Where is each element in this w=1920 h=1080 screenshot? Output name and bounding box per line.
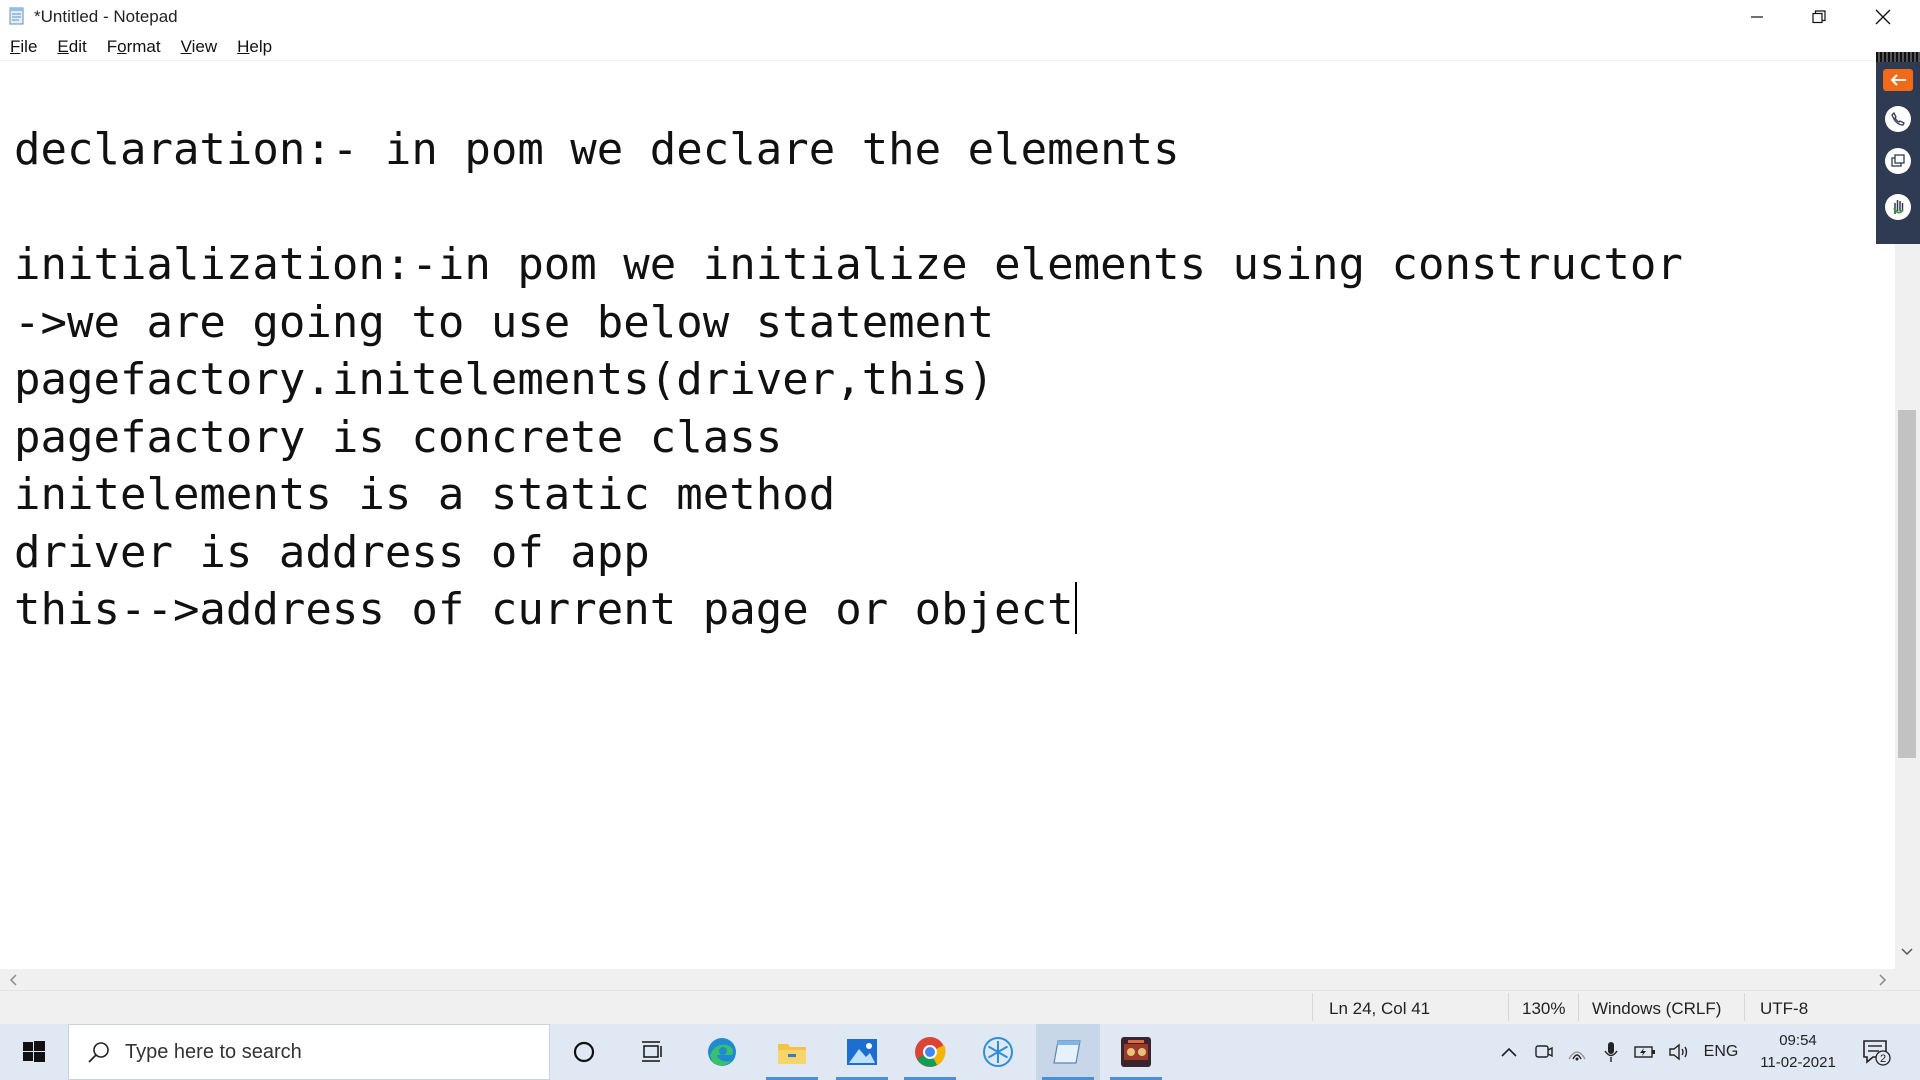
phone-icon	[1891, 111, 1905, 126]
microphone-button[interactable]	[1596, 1024, 1626, 1080]
zoom-level: 130%	[1522, 999, 1566, 1018]
editor-line: driver is address of app	[14, 526, 650, 578]
scroll-right-arrow[interactable]	[1874, 969, 1892, 990]
wifi-icon	[1568, 1051, 1586, 1061]
network-button[interactable]	[1562, 1024, 1592, 1080]
floating-toolbar	[1876, 52, 1920, 244]
notification-count: 2	[1880, 1053, 1886, 1065]
show-hidden-icons-button[interactable]	[1494, 1024, 1524, 1080]
snowflake-app-icon	[983, 1037, 1013, 1067]
clock-time: 09:54	[1779, 1032, 1817, 1049]
file-explorer-icon	[778, 1044, 806, 1064]
chevron-down-icon	[1901, 948, 1913, 956]
meet-now-icon	[1535, 1045, 1553, 1058]
edge-button[interactable]	[690, 1024, 754, 1080]
close-button[interactable]	[1852, 0, 1914, 34]
game-app-icon	[1121, 1037, 1151, 1067]
notification-icon: 2	[1863, 1040, 1891, 1066]
line-ending: Windows (CRLF)	[1592, 999, 1722, 1018]
call-button[interactable]	[1885, 106, 1911, 132]
restore-icon	[1812, 10, 1826, 24]
speaker-icon	[1669, 1043, 1688, 1061]
clock-date: 11-02-2021	[1760, 1054, 1836, 1071]
screen-share-button[interactable]	[1885, 148, 1911, 174]
editor-line: pagefactory is concrete class	[14, 411, 783, 463]
chrome-icon	[915, 1037, 946, 1067]
status-divider	[1578, 993, 1579, 1021]
edge-icon	[708, 1038, 736, 1066]
menu-bar: File Edit Format View Help	[0, 34, 1920, 60]
editor-line: ->we are going to use below statement	[14, 296, 995, 348]
drag-handle[interactable]	[1876, 52, 1920, 62]
chevron-up-icon	[1501, 1047, 1517, 1057]
status-divider	[1312, 993, 1313, 1021]
taskbar: Type here to search ENG 09:54 11-02-2021…	[0, 1024, 1920, 1080]
editor-line: pagefactory.initelements(driver,this)	[14, 354, 995, 405]
start-button[interactable]	[0, 1024, 68, 1080]
horizontal-scrollbar[interactable]	[0, 969, 1895, 990]
volume-button[interactable]	[1664, 1024, 1694, 1080]
chevron-right-icon	[1879, 973, 1887, 986]
cursor-position: Ln 24, Col 41	[1329, 999, 1431, 1018]
text-editor[interactable]: declaration:- in pom we declare the elem…	[2, 61, 1895, 969]
status-divider	[1508, 993, 1509, 1021]
editor-line: initialization:-in pom we initialize ele…	[14, 239, 1683, 290]
menu-format[interactable]: Format	[97, 34, 171, 60]
language-indicator[interactable]: ENG	[1700, 1024, 1742, 1080]
chrome-button[interactable]	[898, 1024, 962, 1080]
action-center-button[interactable]: 2	[1856, 1024, 1896, 1080]
editor-line: declaration:- in pom we declare the elem…	[14, 124, 1180, 175]
minimize-icon	[1751, 16, 1763, 18]
vertical-scrollbar-thumb[interactable]	[1898, 410, 1916, 758]
photos-button[interactable]	[830, 1024, 894, 1080]
notepad-icon	[9, 7, 24, 25]
raise-hand-button[interactable]	[1885, 194, 1911, 220]
search-icon	[88, 1042, 109, 1063]
game-app-button[interactable]	[1104, 1024, 1168, 1080]
notepad-icon	[1053, 1040, 1081, 1064]
cortana-button[interactable]	[552, 1024, 616, 1080]
clock[interactable]: 09:54 11-02-2021	[1750, 1030, 1846, 1074]
menu-file[interactable]: File	[0, 34, 47, 60]
hand-icon	[1893, 200, 1904, 214]
menu-edit[interactable]: Edit	[47, 34, 96, 60]
language-label: ENG	[1703, 1043, 1739, 1060]
restore-button[interactable]	[1788, 0, 1850, 34]
collapse-toolbar-button[interactable]	[1883, 69, 1913, 91]
menu-view[interactable]: View	[171, 34, 228, 60]
close-icon	[1875, 9, 1891, 25]
snowflake-app-button[interactable]	[966, 1024, 1030, 1080]
notepad-taskbar-button[interactable]	[1036, 1024, 1100, 1080]
windows-logo-icon	[23, 1041, 45, 1062]
editor-line: initelements is a static method	[14, 469, 836, 520]
chevron-left-icon	[9, 973, 17, 986]
window-title: *Untitled - Notepad	[34, 7, 178, 26]
arrow-left-icon	[1890, 74, 1906, 86]
status-bar: Ln 24, Col 41 130% Windows (CRLF) UTF-8	[0, 990, 1920, 1024]
scroll-down-arrow[interactable]	[1898, 943, 1916, 961]
task-view-icon	[642, 1041, 662, 1062]
battery-button[interactable]	[1630, 1024, 1660, 1080]
search-placeholder: Type here to search	[125, 1041, 302, 1063]
status-divider	[1744, 993, 1745, 1021]
microphone-icon	[1604, 1042, 1618, 1062]
editor-line: this-->address of current page or object	[14, 581, 1683, 639]
menu-help[interactable]: Help	[227, 34, 282, 60]
scrollbar-corner	[1895, 969, 1920, 990]
editor-content[interactable]: declaration:- in pom we declare the elem…	[14, 121, 1683, 639]
scroll-left-arrow[interactable]	[4, 969, 22, 990]
minimize-button[interactable]	[1726, 0, 1788, 34]
encoding: UTF-8	[1760, 999, 1809, 1018]
taskbar-search-box[interactable]: Type here to search	[68, 1024, 550, 1080]
photos-icon	[847, 1039, 877, 1065]
task-view-button[interactable]	[620, 1024, 684, 1080]
title-bar: *Untitled - Notepad	[0, 0, 1920, 34]
text-caret	[1074, 582, 1077, 634]
cortana-icon	[573, 1041, 595, 1063]
battery-charging-icon	[1634, 1046, 1655, 1058]
copy-window-icon	[1891, 154, 1905, 167]
meet-now-button[interactable]	[1528, 1024, 1558, 1080]
file-explorer-button[interactable]	[760, 1024, 824, 1080]
